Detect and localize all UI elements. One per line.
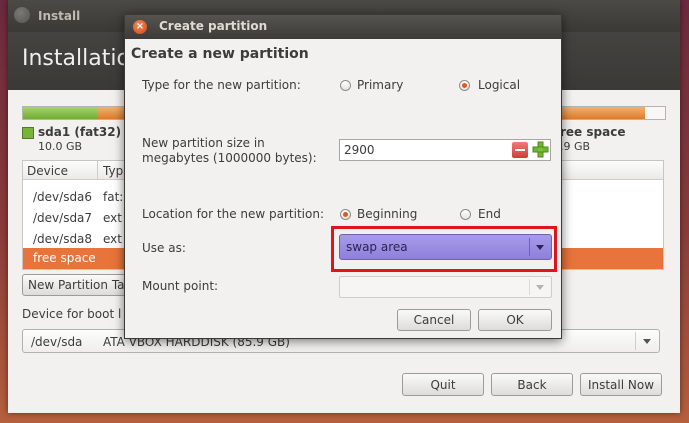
use-as-select[interactable]: swap area — [339, 234, 552, 260]
logical-radio[interactable] — [459, 80, 470, 91]
partition-type-label: Type for the new partition: — [142, 78, 301, 92]
use-as-label: Use as: — [142, 241, 186, 255]
quit-button[interactable]: Quit — [402, 373, 484, 396]
use-as-value: swap area — [346, 240, 408, 254]
row-device: /dev/sda7 — [33, 211, 93, 225]
free-space-legend-size: .9 GB — [560, 140, 591, 153]
partition-bar-sda1 — [23, 107, 97, 119]
boot-loader-label: Device for boot l — [22, 307, 122, 321]
dialog-heading: Create a new partition — [131, 46, 309, 62]
dialog-title: Create partition — [159, 19, 268, 33]
install-now-button[interactable]: Install Now — [580, 373, 662, 396]
primary-radio-label[interactable]: Primary — [357, 78, 403, 92]
create-partition-dialog: × Create partition Create a new partitio… — [124, 14, 562, 339]
row-type: ext — [103, 211, 122, 225]
row-type: fat: — [103, 190, 124, 204]
size-label-line1: New partition size in — [142, 136, 265, 150]
column-divider — [97, 161, 98, 179]
end-radio-label[interactable]: End — [478, 207, 501, 221]
close-icon[interactable]: × — [133, 20, 147, 34]
row-device: /dev/sda8 — [33, 232, 93, 246]
beginning-radio-label[interactable]: Beginning — [357, 207, 417, 221]
location-label: Location for the new partition: — [142, 207, 324, 221]
boot-device-path: /dev/sda — [31, 335, 83, 349]
combo-divider — [529, 279, 530, 295]
partition-size-value: 2900 — [344, 143, 375, 157]
page-title: Installatio — [22, 46, 130, 71]
end-radio[interactable] — [460, 209, 471, 220]
combo-divider — [635, 332, 636, 350]
row-type: ext — [103, 232, 122, 246]
column-header-device[interactable]: Device — [27, 164, 68, 178]
increase-size-icon[interactable] — [532, 141, 549, 158]
size-label-line2: megabytes (1000000 bytes): — [142, 151, 317, 165]
ok-button[interactable]: OK — [478, 309, 552, 331]
mount-point-select[interactable] — [339, 276, 552, 298]
chevron-down-icon — [536, 245, 544, 250]
sda1-legend-swatch — [22, 127, 34, 139]
back-button[interactable]: Back — [491, 373, 573, 396]
dialog-titlebar: × Create partition — [125, 15, 561, 39]
window-title: Install — [38, 9, 81, 23]
window-close-icon[interactable] — [14, 7, 30, 23]
partition-bar-free — [645, 107, 665, 119]
row-device: /dev/sda6 — [33, 190, 93, 204]
column-header-type[interactable]: Typ — [103, 164, 123, 178]
combo-divider — [529, 238, 530, 256]
decrease-size-icon[interactable] — [512, 142, 528, 158]
sda1-legend-label: sda1 (fat32) — [38, 125, 122, 139]
free-space-legend-label: ree space — [560, 125, 626, 139]
mount-point-label: Mount point: — [142, 279, 219, 293]
logical-radio-label[interactable]: Logical — [478, 78, 520, 92]
primary-radio[interactable] — [340, 80, 351, 91]
row-device: free space — [33, 251, 96, 265]
chevron-down-icon — [536, 285, 544, 290]
chevron-down-icon — [643, 339, 651, 344]
sda1-legend-size: 10.0 GB — [38, 140, 83, 153]
beginning-radio[interactable] — [340, 209, 351, 220]
cancel-button[interactable]: Cancel — [397, 309, 471, 331]
